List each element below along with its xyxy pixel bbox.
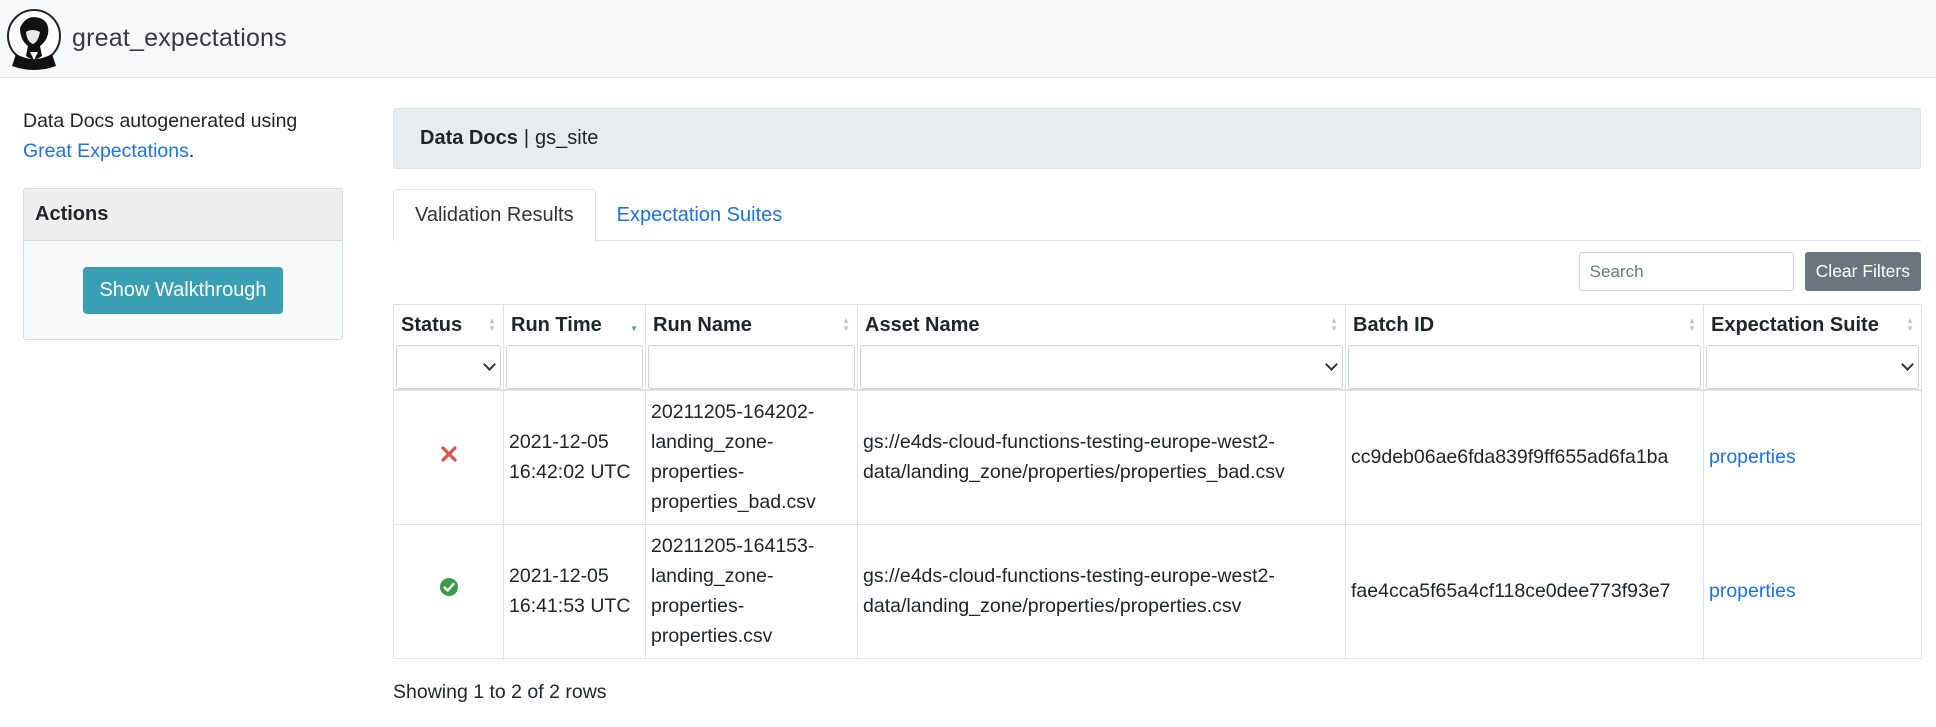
actions-body: Show Walkthrough [24,241,342,339]
navbar: great_expectations [0,0,1936,78]
expectation-suite-link[interactable]: properties [1709,580,1796,602]
status-cell [393,389,504,525]
status-cell [393,523,504,659]
expectation-suite-cell: properties [1703,523,1922,659]
breadcrumb: Data Docs | gs_site [393,108,1921,169]
run-date: 2021-12-05 [509,565,609,587]
expectation-suite-filter-select[interactable] [1706,345,1919,389]
asset-name-cell: gs://e4ds-cloud-functions-testing-europe… [857,523,1346,659]
table-toolbar: Clear Filters [393,252,1921,291]
expectation-suite-cell: properties [1703,389,1922,525]
table-row[interactable]: 2021-12-05 16:42:02 UTC 20211205-164202- l… [393,389,1922,525]
tab-validation-results[interactable]: Validation Results [393,189,596,242]
show-walkthrough-button[interactable]: Show Walkthrough [83,266,283,314]
sidebar: Data Docs autogenerated using Great Expe… [23,106,343,340]
actions-card: Actions Show Walkthrough [23,188,343,340]
run-time-cell: 2021-12-05 16:41:53 UTC [503,523,646,659]
run-time: 16:42:02 UTC [509,461,631,484]
asset-name-line: data/landing_zone/properties/properties_… [863,461,1285,484]
column-label: Run Name [653,313,752,336]
search-input[interactable] [1578,252,1794,291]
run-name-line: landing_zone- [651,431,774,454]
sort-icon: ▲ ▼ [842,316,850,333]
asset-name-cell: gs://e4ds-cloud-functions-testing-europe… [857,389,1346,525]
column-header-status[interactable]: Status ▲ ▼ [393,304,504,391]
breadcrumb-separator: | [523,127,530,149]
pagination-summary: Showing 1 to 2 of 2 rows [393,680,607,703]
breadcrumb-title: Data Docs [420,127,518,149]
run-name-line: properties.csv [651,625,773,647]
tab-expectation-suites[interactable]: Expectation Suites [596,189,804,242]
table-row[interactable]: 2021-12-05 16:41:53 UTC 20211205-164153- l… [393,523,1922,659]
great-expectations-link[interactable]: Great Expectations [23,140,189,162]
asset-name-line: gs://e4ds-cloud-functions-testing-europe… [863,565,1275,587]
run-name-line: properties- [651,595,745,617]
column-header-batch-id[interactable]: Batch ID ▲ ▼ [1345,304,1704,391]
expectation-suite-link[interactable]: properties [1709,446,1796,468]
run-name-cell: 20211205-164202- landing_zone-properties-… [645,389,858,525]
run-name-line: 20211205-164202- [651,401,815,424]
run-name-line: landing_zone- [651,565,774,587]
batch-id-cell: fae4cca5f65a4cf118ce0dee773f93e7 [1345,523,1704,659]
sort-desc-icon: ▲▼ [630,324,638,333]
actions-title: Actions [24,189,342,241]
intro-label: Data Docs autogenerated using [23,110,298,132]
intro-period: . [188,140,195,162]
column-header-run-time[interactable]: Run Time ▲▼ [503,304,646,391]
run-name-cell: 20211205-164153- landing_zone-properties-… [645,523,858,659]
clear-filters-button[interactable]: Clear Filters [1804,252,1921,291]
main-content: Data Docs | gs_site Validation Results E… [393,108,1922,704]
column-label: Expectation Suite [1711,313,1879,336]
chevron-down-icon [1901,358,1914,371]
column-header-run-name[interactable]: Run Name ▲ ▼ [645,304,858,391]
check-circle-icon [439,578,458,596]
asset-name-line: gs://e4ds-cloud-functions-testing-europe… [863,431,1275,454]
column-label: Run Time [511,313,602,336]
ge-logo-icon[interactable] [6,6,62,72]
column-header-expectation-suite[interactable]: Expectation Suite ▲ ▼ [1703,304,1922,391]
x-icon [440,446,457,462]
status-filter-select[interactable] [396,345,501,389]
run-time-cell: 2021-12-05 16:42:02 UTC [503,389,646,525]
sort-icon: ▲ ▼ [488,316,496,333]
batch-id-cell: cc9deb06ae6fda839f9ff655ad6fa1ba [1345,389,1704,525]
run-time-filter-input[interactable] [506,345,643,389]
tabs: Validation Results Expectation Suites [393,189,1921,242]
run-time: 16:41:53 UTC [509,595,631,617]
column-label: Batch ID [1353,313,1435,336]
run-date: 2021-12-05 [509,431,609,454]
validation-results-table: Status ▲▼ Run Time ▲▼ Run Name ▲▼ Asset Nam… [393,304,1922,659]
run-name-line: properties- [651,461,745,484]
column-label: Asset Name [865,313,980,336]
sort-icon: ▲ ▼ [1906,316,1914,333]
column-label: Status [401,313,463,336]
chevron-down-icon [1325,358,1338,371]
breadcrumb-site: gs_site [535,127,599,149]
asset-name-filter-select[interactable] [860,345,1343,389]
column-header-asset-name[interactable]: Asset Name ▲ ▼ [857,304,1346,391]
intro-text: Data Docs autogenerated using Great Expe… [23,106,343,166]
run-name-line: 20211205-164153- [651,535,815,557]
asset-name-line: data/landing_zone/properties/properties.… [863,595,1242,617]
brand-name[interactable]: great_expectations [72,24,287,53]
run-name-line: properties_bad.csv [651,491,816,514]
run-name-filter-input[interactable] [648,345,855,389]
sort-icon: ▲ ▼ [1688,316,1696,333]
sort-icon: ▲ ▼ [1330,316,1338,333]
chevron-down-icon [483,358,496,371]
batch-id-filter-input[interactable] [1348,345,1701,389]
